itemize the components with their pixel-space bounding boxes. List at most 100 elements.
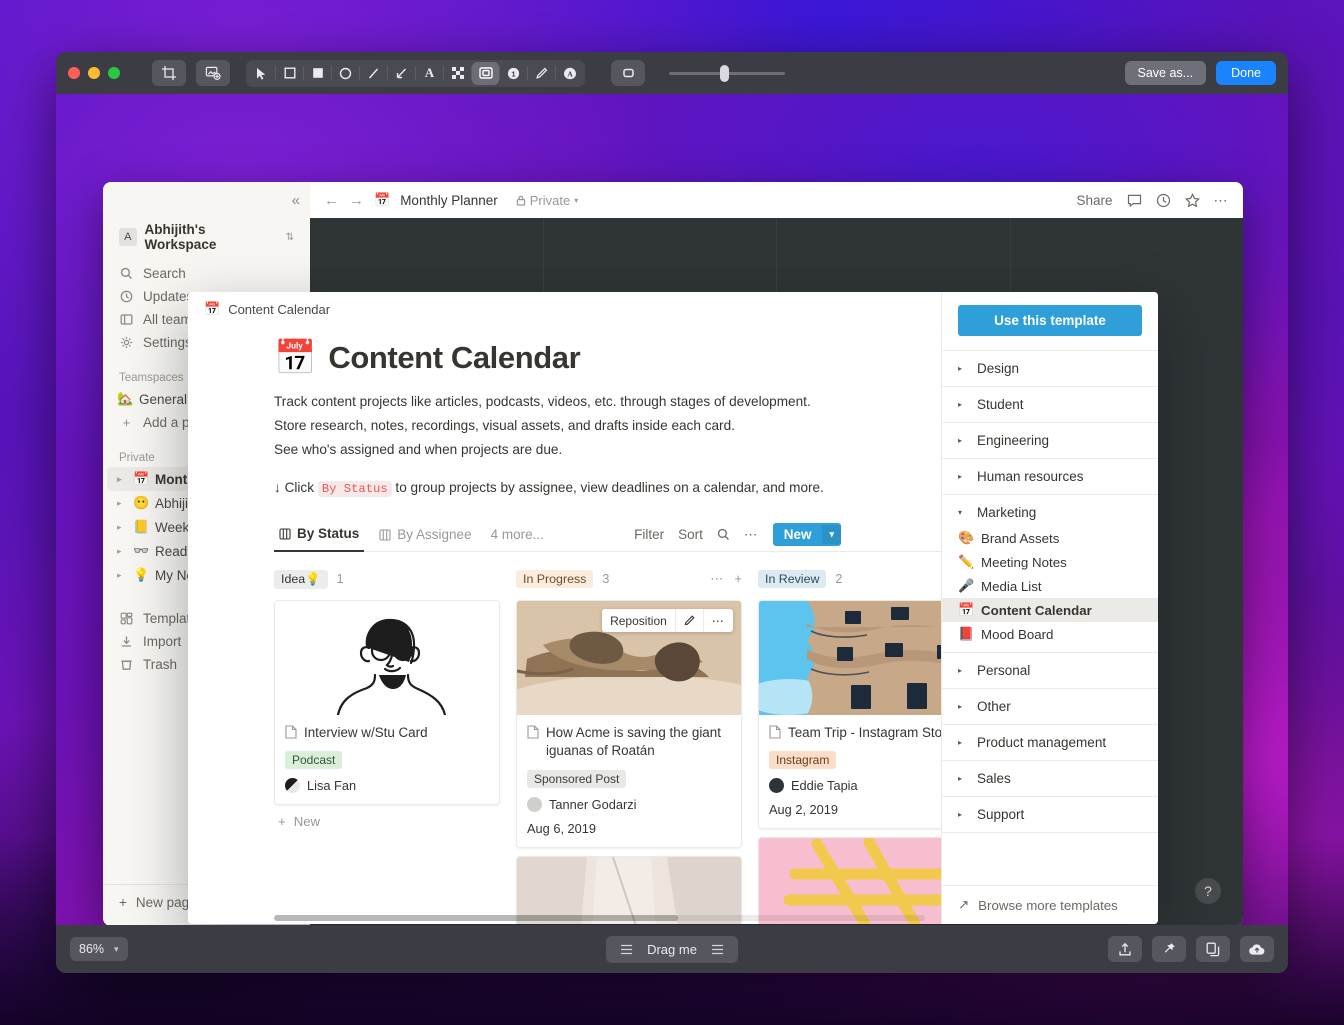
filter-button[interactable]: Filter bbox=[634, 527, 664, 542]
new-record-button[interactable]: New ▾ bbox=[772, 523, 841, 547]
privacy-selector[interactable]: Private ▾ bbox=[516, 193, 578, 208]
more-options-icon[interactable]: ⋯ bbox=[1214, 192, 1230, 209]
forward-arrow-icon[interactable]: → bbox=[349, 192, 364, 209]
highlighter-pen-tool[interactable] bbox=[528, 62, 555, 85]
cursor-tool[interactable] bbox=[248, 62, 275, 85]
category-other[interactable]: ▸ Other bbox=[942, 688, 1158, 724]
comment-icon[interactable] bbox=[1127, 193, 1142, 208]
workspace-switcher[interactable]: A Abhijith's Workspace ⇅ bbox=[107, 218, 306, 256]
category-student[interactable]: ▸ Student bbox=[942, 386, 1158, 422]
blur-text-tool[interactable]: A bbox=[556, 62, 583, 85]
category-engineering[interactable]: ▸ Engineering bbox=[942, 422, 1158, 458]
kanban-card[interactable] bbox=[516, 855, 742, 924]
chevron-right-icon[interactable]: ▸ bbox=[117, 570, 127, 581]
notion-app-window: « A Abhijith's Workspace ⇅ Search Update… bbox=[103, 182, 1243, 925]
save-as-button[interactable]: Save as... bbox=[1124, 61, 1207, 85]
text-tool[interactable]: A bbox=[416, 62, 443, 85]
sidebar-item-label: Search bbox=[143, 266, 186, 281]
sidebar-item-label: Trash bbox=[143, 657, 178, 672]
hint-code-chip: By Status bbox=[317, 481, 392, 498]
category-design[interactable]: ▸ Design bbox=[942, 350, 1158, 386]
sort-button[interactable]: Sort bbox=[678, 527, 703, 542]
done-button[interactable]: Done bbox=[1216, 61, 1276, 85]
collapse-sidebar-icon[interactable]: « bbox=[292, 192, 300, 209]
slider-knob[interactable] bbox=[720, 64, 730, 82]
category-marketing[interactable]: ▾ Marketing bbox=[942, 494, 1158, 526]
tab-by-status[interactable]: By Status bbox=[274, 518, 365, 552]
maximize-button[interactable] bbox=[108, 67, 120, 79]
breadcrumb-title[interactable]: Monthly Planner bbox=[400, 193, 498, 208]
workspace-badge: A bbox=[119, 228, 137, 246]
drag-me-handle[interactable]: Drag me bbox=[606, 935, 738, 963]
template-mood-board[interactable]: 📕 Mood Board bbox=[942, 622, 1158, 646]
chevron-right-icon[interactable]: ▸ bbox=[117, 474, 127, 485]
external-link-icon: ↗ bbox=[958, 897, 970, 912]
history-icon[interactable] bbox=[1156, 193, 1171, 208]
chevron-right-icon[interactable]: ▸ bbox=[117, 522, 127, 533]
ellipse-tool[interactable] bbox=[332, 62, 359, 85]
all-teams-icon bbox=[119, 313, 134, 326]
copy-button[interactable] bbox=[1196, 936, 1230, 962]
kanban-card[interactable]: Team Trip - Instagram Stor Instagram Edd… bbox=[758, 600, 941, 830]
pixelate-tool[interactable] bbox=[444, 62, 471, 85]
edit-pencil-icon[interactable] bbox=[674, 609, 703, 633]
minimize-button[interactable] bbox=[88, 67, 100, 79]
back-arrow-icon[interactable]: ← bbox=[324, 192, 339, 209]
notebook-emoji-icon: 📕 bbox=[958, 626, 975, 641]
chevron-right-icon: ▸ bbox=[958, 400, 963, 409]
help-button[interactable]: ? bbox=[1195, 878, 1221, 904]
plus-icon[interactable]: + bbox=[734, 571, 742, 587]
line-tool[interactable] bbox=[360, 62, 387, 85]
counter-tool[interactable]: 1 bbox=[500, 62, 527, 85]
card-title-row: Team Trip - Instagram Stor bbox=[769, 724, 941, 742]
more-views-button[interactable]: 4 more... bbox=[491, 527, 544, 542]
rectangle-outline-tool[interactable] bbox=[276, 62, 303, 85]
share-button[interactable] bbox=[1108, 936, 1142, 962]
editor-canvas[interactable]: « A Abhijith's Workspace ⇅ Search Update… bbox=[56, 94, 1288, 925]
favorite-star-icon[interactable] bbox=[1184, 192, 1200, 208]
template-content-calendar[interactable]: 📅 Content Calendar bbox=[942, 598, 1158, 622]
horizontal-scrollbar[interactable] bbox=[274, 915, 925, 921]
template-preview-body[interactable]: 📅 Content Calendar Track content project… bbox=[188, 326, 941, 924]
kanban-card[interactable]: Interview w/Stu Card Podcast Lisa Fan bbox=[274, 600, 500, 806]
size-slider[interactable] bbox=[669, 60, 785, 86]
crop-tool-button[interactable] bbox=[152, 60, 186, 86]
use-this-template-button[interactable]: Use this template bbox=[958, 305, 1142, 336]
template-hint: ↓ Click By Status to group projects by a… bbox=[274, 480, 941, 498]
close-button[interactable] bbox=[68, 67, 80, 79]
share-button[interactable]: Share bbox=[1076, 193, 1112, 208]
upload-cloud-button[interactable] bbox=[1240, 936, 1274, 962]
category-product-management[interactable]: ▸ Product management bbox=[942, 724, 1158, 760]
drag-me-label: Drag me bbox=[647, 941, 697, 957]
more-options-icon[interactable]: ⋯ bbox=[710, 571, 724, 587]
category-support[interactable]: ▸ Support bbox=[942, 796, 1158, 832]
chevron-right-icon[interactable]: ▸ bbox=[117, 498, 127, 509]
sidebar-item-search[interactable]: Search bbox=[107, 262, 306, 285]
shape-style-button[interactable] bbox=[611, 60, 645, 86]
template-brand-assets[interactable]: 🎨 Brand Assets bbox=[942, 526, 1158, 550]
shadow-tool[interactable] bbox=[472, 61, 499, 85]
chevron-down-icon[interactable]: ▾ bbox=[822, 525, 841, 545]
browse-more-templates-button[interactable]: ↗ Browse more templates bbox=[942, 885, 1158, 924]
chevron-right-icon[interactable]: ▸ bbox=[117, 546, 127, 557]
rectangle-filled-tool[interactable] bbox=[304, 62, 331, 85]
scrollbar-thumb[interactable] bbox=[274, 915, 678, 921]
kanban-card[interactable]: Reposition ⋯ How Acme is saving the gian… bbox=[516, 600, 742, 848]
kanban-card[interactable] bbox=[758, 837, 941, 924]
reposition-button[interactable]: Reposition bbox=[602, 609, 675, 632]
category-sales[interactable]: ▸ Sales bbox=[942, 760, 1158, 796]
pin-button[interactable] bbox=[1152, 936, 1186, 962]
category-human-resources[interactable]: ▸ Human resources bbox=[942, 458, 1158, 494]
search-icon[interactable] bbox=[717, 528, 730, 541]
tab-by-assignee[interactable]: By Assignee bbox=[374, 518, 476, 552]
add-image-tool-button[interactable] bbox=[196, 60, 230, 86]
template-media-list[interactable]: 🎤 Media List bbox=[942, 574, 1158, 598]
zoom-level-selector[interactable]: 86% ▾ bbox=[70, 937, 128, 961]
arrow-tool[interactable] bbox=[388, 62, 415, 85]
column-new-card-button[interactable]: + New bbox=[274, 805, 500, 838]
category-personal[interactable]: ▸ Personal bbox=[942, 652, 1158, 688]
template-meeting-notes[interactable]: ✏️ Meeting Notes bbox=[942, 550, 1158, 574]
chevron-right-icon: ▸ bbox=[958, 702, 963, 711]
more-options-icon[interactable]: ⋯ bbox=[702, 609, 733, 633]
more-options-icon[interactable]: ⋯ bbox=[744, 527, 759, 543]
